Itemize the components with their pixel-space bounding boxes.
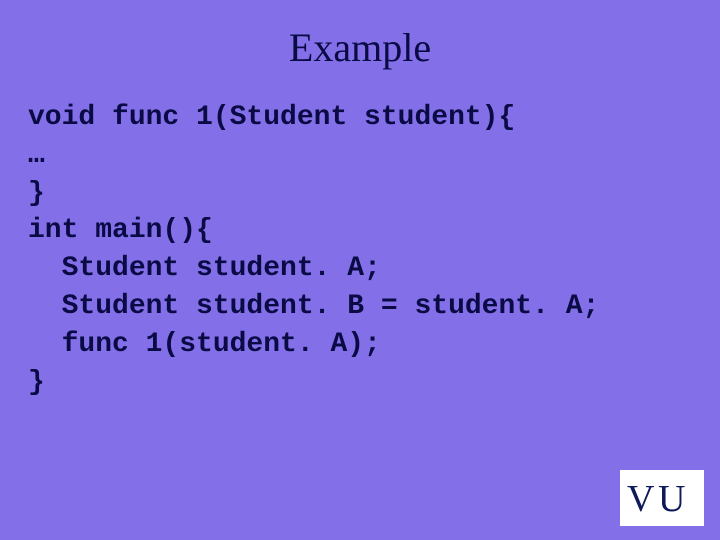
code-line: int main(){ [28,215,213,246]
code-line: Student student. B = student. A; [28,291,599,322]
svg-text:V: V [627,478,655,520]
svg-text:U: U [658,478,685,520]
code-line: void func 1(Student student){ [28,102,515,133]
slide-title: Example [0,0,720,99]
code-line: Student student. A; [28,253,381,284]
vu-logo-icon: V U [624,475,700,521]
code-line: func 1(student. A); [28,329,381,360]
code-line: } [28,367,45,398]
code-line: } [28,178,45,209]
code-block: void func 1(Student student){ … } int ma… [0,99,720,401]
vu-logo: V U [620,470,704,526]
code-line: … [28,140,45,171]
